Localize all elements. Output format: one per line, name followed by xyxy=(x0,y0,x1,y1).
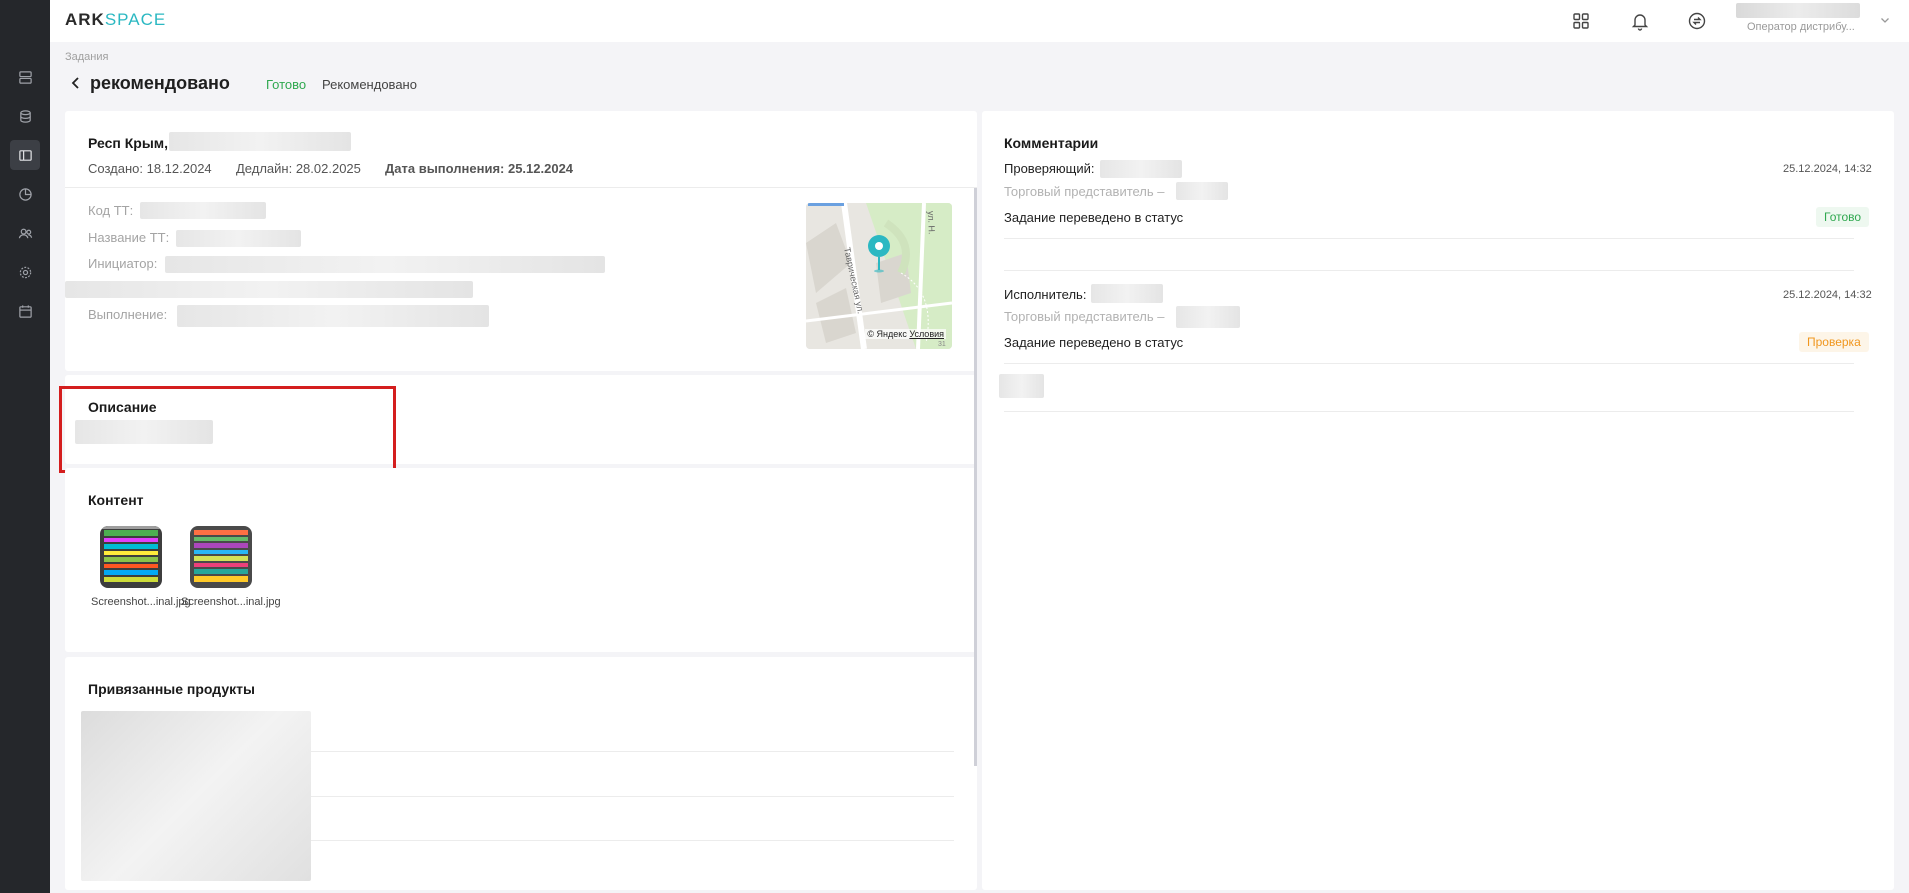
execution-label: Выполнение: xyxy=(88,307,168,322)
sync-icon[interactable] xyxy=(1685,9,1709,33)
extra-row-redacted xyxy=(65,281,473,298)
content-file-name-2[interactable]: Screenshot...inal.jpg xyxy=(181,595,281,609)
comment-author-role: Исполнитель: xyxy=(1004,287,1087,302)
map-credit-text: © Яндекс xyxy=(867,329,907,339)
initiator-value-redacted xyxy=(165,256,605,273)
linked-products-title: Привязанные продукты xyxy=(88,681,255,697)
sidebar-item-analytics-icon[interactable] xyxy=(10,179,40,209)
back-arrow-icon[interactable] xyxy=(68,75,84,91)
map-pin-icon xyxy=(868,235,890,273)
completion-date: Дата выполнения: 25.12.2024 xyxy=(385,161,574,176)
name-label: Название ТТ: xyxy=(88,230,170,245)
comment-subtitle-redacted xyxy=(1176,182,1228,200)
sidebar-item-calendar-icon[interactable] xyxy=(10,296,40,326)
chevron-down-icon xyxy=(1881,18,1889,23)
comment-author-role: Проверяющий: xyxy=(1004,161,1095,176)
sidebar xyxy=(0,0,50,893)
comment-subtitle-redacted xyxy=(1176,306,1240,328)
comment-subtitle: Торговый представитель – xyxy=(1004,309,1165,324)
initiator-label: Инициатор: xyxy=(88,256,158,271)
comment-author-redacted xyxy=(1100,160,1182,178)
highlight-box xyxy=(59,386,396,473)
table-row-divider xyxy=(311,840,954,841)
content-thumbnail-1[interactable] xyxy=(100,526,162,588)
divider xyxy=(65,187,977,188)
scrollbar[interactable] xyxy=(974,188,977,766)
apps-grid-icon[interactable] xyxy=(1569,9,1593,33)
code-label: Код ТТ: xyxy=(88,203,134,218)
bell-icon[interactable] xyxy=(1628,9,1652,33)
content-file-name-1[interactable]: Screenshot...inal.jpg xyxy=(91,595,191,609)
deadline-date: Дедлайн: 28.02.2025 xyxy=(236,161,361,176)
top-header: ARKSPACE Оператор дистрибу... xyxy=(50,0,1909,42)
logo-main-text: ARK xyxy=(65,10,105,29)
logo-accent-text: SPACE xyxy=(104,10,167,29)
sidebar-item-server-icon[interactable] xyxy=(10,62,40,92)
image-thumbnail xyxy=(100,526,162,588)
content-title: Контент xyxy=(88,492,144,508)
comment-author-redacted xyxy=(1091,284,1163,303)
comment-attachment-redacted xyxy=(999,374,1044,398)
linked-products-card: Привязанные продукты xyxy=(65,657,977,890)
comment-date: 25.12.2024, 14:32 xyxy=(1783,289,1872,301)
comment-status-badge: Готово xyxy=(1816,207,1870,227)
products-table-redacted xyxy=(81,711,311,881)
location-map[interactable]: Таврическая ул. ул. Н. 31 © Яндекс Услов… xyxy=(806,203,952,349)
page-title: рекомендовано xyxy=(90,73,230,93)
comment-divider xyxy=(1004,238,1854,239)
comment-date: 25.12.2024, 14:32 xyxy=(1783,163,1872,175)
comment-divider xyxy=(1004,270,1854,271)
table-row-divider xyxy=(311,751,954,752)
status-tab-ready[interactable]: Готово xyxy=(266,77,306,92)
map-tiles: Таврическая ул. ул. Н. 31 xyxy=(806,203,952,349)
comment-divider xyxy=(1004,363,1854,364)
created-date: Создано: 18.12.2024 xyxy=(88,161,212,176)
sidebar-item-tasks-icon[interactable] xyxy=(10,140,40,170)
task-address: Респ Крым, xyxy=(88,135,169,151)
map-terms-link[interactable]: Условия xyxy=(909,329,944,339)
image-thumbnail xyxy=(190,526,252,588)
logo[interactable]: ARKSPACE xyxy=(65,10,166,30)
content-card: Контент Screenshot...inal.jpg Screenshot… xyxy=(65,468,977,652)
breadcrumb[interactable]: Задания xyxy=(65,51,108,63)
content-thumbnail-2[interactable] xyxy=(190,526,252,588)
svg-text:31: 31 xyxy=(938,341,946,348)
execution-value-redacted xyxy=(177,305,489,327)
comments-title: Комментарии xyxy=(1004,135,1099,151)
sidebar-item-users-icon[interactable] xyxy=(10,218,40,248)
address-redacted xyxy=(169,132,351,151)
comment-divider xyxy=(1004,411,1854,412)
user-name-redacted xyxy=(1736,3,1860,18)
user-menu[interactable]: Оператор дистрибу... xyxy=(1736,2,1904,38)
comment-text: Задание переведено в статус xyxy=(1004,210,1184,225)
comment-status-badge: Проверка xyxy=(1799,332,1869,352)
sidebar-item-settings-icon[interactable] xyxy=(10,257,40,287)
user-role: Оператор дистрибу... xyxy=(1747,21,1855,33)
comments-card: Комментарии Проверяющий: 25.12.2024, 14:… xyxy=(982,111,1894,890)
comment-text: Задание переведено в статус xyxy=(1004,335,1184,350)
status-tab-recommended[interactable]: Рекомендовано xyxy=(322,77,417,92)
comment-subtitle: Торговый представитель – xyxy=(1004,184,1165,199)
name-value-redacted xyxy=(176,230,301,247)
sidebar-item-database-icon[interactable] xyxy=(10,101,40,131)
code-value-redacted xyxy=(140,202,266,219)
svg-text:ул. Н.: ул. Н. xyxy=(926,211,937,235)
map-credit: © Яндекс Условия xyxy=(865,329,946,339)
table-row-divider xyxy=(311,796,954,797)
